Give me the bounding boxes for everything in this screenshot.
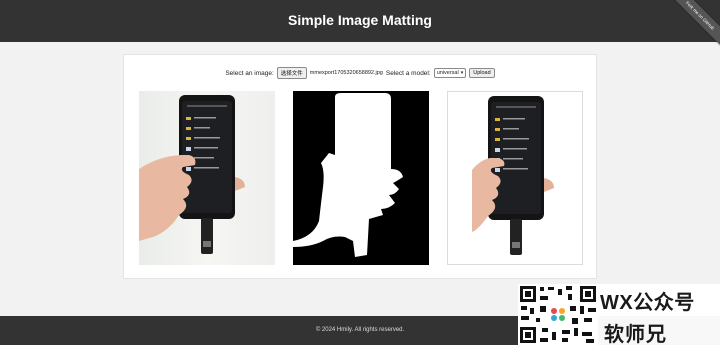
mask-image xyxy=(293,91,429,265)
model-select[interactable]: universal ▾ xyxy=(433,68,467,78)
matted-phone-result xyxy=(472,96,554,255)
hand-holding-phone-photo xyxy=(139,95,245,254)
matting-card: Select an image: 选择文件 mmexport1705320658… xyxy=(123,54,597,279)
watermark-line2: 软师兄 xyxy=(604,324,667,345)
watermark-line1: WX公众号 xyxy=(600,292,695,314)
select-model-label: Select a model: xyxy=(385,69,431,77)
selected-file-name: mmexport1705320658892.jpg xyxy=(309,70,383,76)
select-image-label: Select an image: xyxy=(225,69,274,77)
fork-github-ribbon[interactable]: Fork me on GitHub xyxy=(662,0,720,53)
choose-file-button[interactable]: 选择文件 xyxy=(276,67,307,79)
qr-code-icon xyxy=(518,284,598,345)
chevron-down-icon: ▾ xyxy=(460,70,464,76)
wechat-watermark: WX公众号 软师兄 xyxy=(518,284,720,345)
result-image xyxy=(447,91,583,265)
page-title: Simple Image Matting xyxy=(288,12,432,28)
upload-button[interactable]: Upload xyxy=(469,68,495,78)
header-bar: Simple Image Matting xyxy=(0,0,720,42)
original-image xyxy=(139,91,275,265)
upload-form: Select an image: 选择文件 mmexport1705320658… xyxy=(124,67,596,79)
alpha-mask-silhouette xyxy=(293,93,403,257)
model-select-value: universal xyxy=(436,70,459,76)
github-ribbon-corner[interactable]: Fork me on GitHub xyxy=(660,0,720,60)
